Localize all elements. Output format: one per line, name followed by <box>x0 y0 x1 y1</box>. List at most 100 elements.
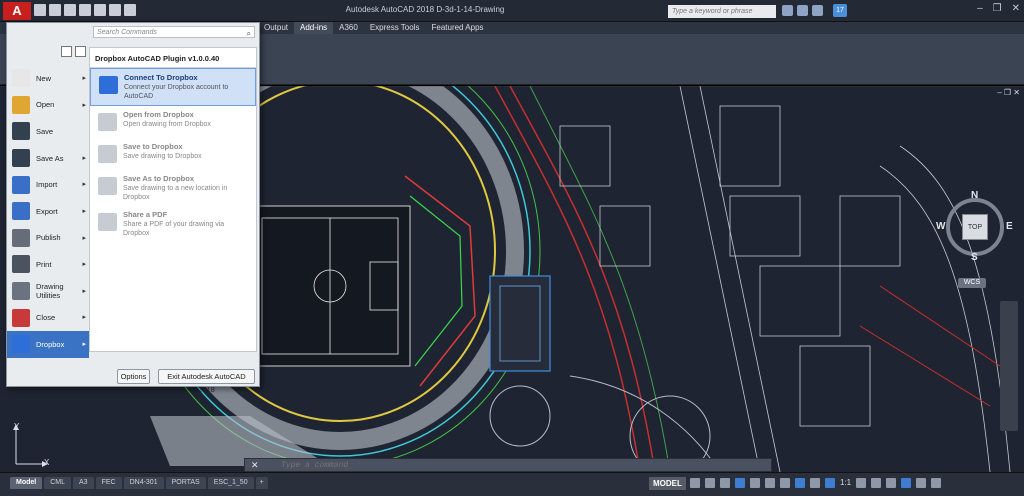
exit-autocad-button[interactable]: Exit Autodesk AutoCAD 2018 <box>158 369 255 394</box>
viewport-controls[interactable]: – ❐ ✕ <box>997 88 1020 97</box>
save-as-icon[interactable] <box>79 4 91 16</box>
undo-icon[interactable] <box>109 4 121 16</box>
options-button[interactable]: Options <box>117 369 150 384</box>
ribbon-tab-output[interactable]: Output <box>258 22 294 34</box>
recent-documents-icon[interactable] <box>61 46 72 57</box>
app-menu-item-dropbox[interactable]: Dropbox ▸ <box>7 330 89 358</box>
application-menu: Search Commands ⌕ New ▸ Open ▸ Save Save As ▸ I… <box>6 22 260 394</box>
dropbox-entry-save-to-dropbox[interactable]: Save to Dropbox Save drawing to Dropbox <box>90 138 256 170</box>
polar-icon[interactable] <box>735 478 745 488</box>
close-icon[interactable]: ✕ <box>1012 3 1020 14</box>
dropbox-entry-title: Connect To Dropbox <box>124 73 198 82</box>
app-menu-item-new[interactable]: New ▸ <box>7 65 89 92</box>
ribbon-tab-express-tools[interactable]: Express Tools <box>364 22 426 34</box>
ortho-icon[interactable] <box>720 478 730 488</box>
import-icon <box>12 175 30 194</box>
grid-icon[interactable] <box>690 478 700 488</box>
otrack-icon[interactable] <box>765 478 775 488</box>
compass-south[interactable]: S <box>971 252 978 263</box>
command-input[interactable] <box>281 459 761 471</box>
model-space-button[interactable]: MODEL <box>649 477 686 490</box>
compass-west[interactable]: W <box>936 221 945 232</box>
app-menu-item-label: Publish <box>36 233 61 243</box>
add-layout-button[interactable]: + <box>255 477 268 489</box>
clean-screen-icon[interactable] <box>916 478 927 488</box>
chevron-right-icon: ▸ <box>82 340 86 348</box>
layout-tab-dn4-301[interactable]: DN4-301 <box>123 477 164 489</box>
redo-icon[interactable] <box>124 4 136 16</box>
dropbox-entry-connect-to-dropbox[interactable]: Connect To Dropbox Connect your Dropbox a… <box>90 68 256 106</box>
app-menu-item-close[interactable]: Close ▸ <box>7 304 89 331</box>
dropbox-entry-share-a-pdf[interactable]: Share a PDF Share a PDF of your drawing v… <box>90 206 256 242</box>
ribbon-tab-add-ins[interactable]: Add-ins <box>294 22 334 34</box>
lineweight-icon[interactable] <box>780 478 790 488</box>
compass-north[interactable]: N <box>971 190 978 201</box>
hardware-accel-icon[interactable] <box>901 478 912 488</box>
search-commands-placeholder: Search Commands <box>97 29 157 36</box>
snap-icon[interactable] <box>705 478 715 488</box>
ribbon-tab-featured-apps[interactable]: Featured Apps <box>425 22 489 34</box>
transparency-icon[interactable] <box>795 478 805 488</box>
print-icon <box>12 255 30 274</box>
help-search-input[interactable]: Type a keyword or phrase <box>668 5 776 18</box>
utilities-icon <box>12 282 30 301</box>
application-menu-button[interactable]: A <box>3 2 31 20</box>
app-menu-item-save[interactable]: Save <box>7 118 89 145</box>
open-documents-icon[interactable] <box>75 46 86 57</box>
app-menu-item-print[interactable]: Print ▸ <box>7 251 89 278</box>
notification-badge[interactable]: 17 <box>833 4 847 17</box>
restore-icon[interactable]: ❐ <box>993 3 1002 14</box>
annotation-scale[interactable]: 1:1 <box>840 478 851 488</box>
plus-icon[interactable] <box>871 478 882 488</box>
app-menu-item-open[interactable]: Open ▸ <box>7 92 89 119</box>
window-controls: – ❐ ✕ <box>977 3 1020 14</box>
selection-cycle-icon[interactable] <box>810 478 820 488</box>
compass-east[interactable]: E <box>1006 221 1013 232</box>
save-icon <box>12 122 30 141</box>
layout-tab-portas[interactable]: PORTAS <box>165 477 206 489</box>
chevron-right-icon: ▸ <box>82 261 86 269</box>
chevron-right-icon: ▸ <box>82 207 86 215</box>
chevron-right-icon: ▸ <box>82 101 86 109</box>
user-icon[interactable] <box>797 5 808 16</box>
dropbox-entry-description: Save drawing to Dropbox <box>123 153 202 160</box>
search-commands-input[interactable]: Search Commands ⌕ <box>93 26 255 38</box>
ribbon-tab-a360[interactable]: A360 <box>333 22 364 34</box>
layout-tab-a3[interactable]: A3 <box>73 477 94 489</box>
isolate-icon[interactable] <box>886 478 897 488</box>
cart-icon[interactable] <box>812 5 823 16</box>
open-icon[interactable] <box>49 4 61 16</box>
new-icon[interactable] <box>34 4 46 16</box>
dropbox-entry-title: Share a PDF <box>123 210 168 219</box>
title-bar: A Autodesk AutoCAD 2018 D-3d-1-14-Drawin… <box>0 0 1024 22</box>
app-menu-item-label: Save <box>36 126 54 136</box>
layout-tab-cml[interactable]: CML <box>44 477 72 489</box>
app-menu-item-drawing-utilities[interactable]: Drawing Utilities ▸ <box>7 278 89 305</box>
layout-tab-fec[interactable]: FEC <box>95 477 122 489</box>
app-menu-item-import[interactable]: Import ▸ <box>7 171 89 198</box>
save-icon[interactable] <box>64 4 76 16</box>
annotation-icon[interactable] <box>825 478 835 488</box>
viewcube-top-face[interactable]: TOP <box>962 214 988 240</box>
app-menu-item-export[interactable]: Export ▸ <box>7 198 89 225</box>
navigation-bar[interactable] <box>1000 301 1018 431</box>
customize-icon[interactable] <box>931 478 942 488</box>
dropbox-entry-title: Save to Dropbox <box>123 142 183 151</box>
app-menu-item-publish[interactable]: Publish ▸ <box>7 225 89 252</box>
print-icon[interactable] <box>94 4 106 16</box>
settings-gear-icon[interactable] <box>856 478 867 488</box>
dropbox-entry-save-as-to-dropbox[interactable]: Save As to Dropbox Save drawing to a new … <box>90 170 256 206</box>
chevron-right-icon: ▸ <box>82 154 86 162</box>
dropbox-entry-open-from-dropbox[interactable]: Open from Dropbox Open drawing from Dropb… <box>90 106 256 138</box>
viewcube[interactable]: TOP N S E W <box>936 190 1013 263</box>
osnap-icon[interactable] <box>750 478 760 488</box>
command-close-icon[interactable]: ✕ <box>251 460 259 471</box>
search-icon[interactable]: ⌕ <box>247 28 251 39</box>
app-menu-item-save-as[interactable]: Save As ▸ <box>7 145 89 172</box>
layout-tab-esc-1-50[interactable]: ESC_1_50 <box>207 477 254 489</box>
status-icons: 1:1 <box>690 478 942 488</box>
layout-tab-model[interactable]: Model <box>10 477 43 489</box>
binoculars-icon[interactable] <box>782 5 793 16</box>
wcs-menu[interactable]: WCS <box>958 278 986 288</box>
minimize-icon[interactable]: – <box>977 3 983 14</box>
